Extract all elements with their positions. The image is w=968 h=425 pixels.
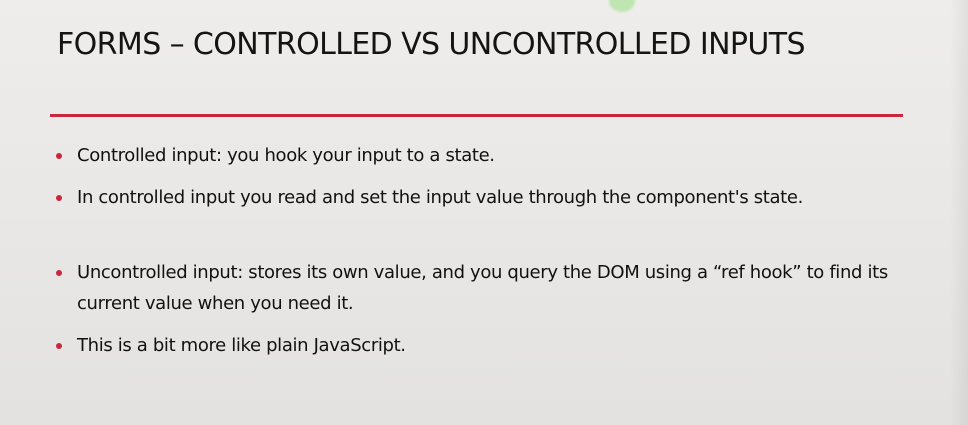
bullet-marker xyxy=(56,195,62,201)
bullet-text: Uncontrolled input: stores its own value… xyxy=(77,262,888,314)
bullet-text: In controlled input you read and set the… xyxy=(77,187,803,208)
bullet-marker xyxy=(56,343,62,349)
title-underline xyxy=(50,114,903,117)
slide: FORMS – CONTROLLED VS UNCONTROLLED INPUT… xyxy=(0,0,968,425)
bullet-marker xyxy=(56,153,62,159)
bullet-text: Controlled input: you hook your input to… xyxy=(77,145,495,166)
bullet-item: In controlled input you read and set the… xyxy=(56,182,936,213)
slide-title: FORMS – CONTROLLED VS UNCONTROLLED INPUT… xyxy=(57,27,806,62)
bullet-marker xyxy=(56,270,62,276)
pointer-highlight xyxy=(609,0,635,12)
slide-edge-shadow xyxy=(950,0,968,425)
bullet-item: Controlled input: you hook your input to… xyxy=(56,140,936,171)
bullet-list: Controlled input: you hook your input to… xyxy=(56,140,936,361)
bullet-item: This is a bit more like plain JavaScript… xyxy=(56,330,936,361)
bullet-item: Uncontrolled input: stores its own value… xyxy=(56,257,936,319)
bullet-text: This is a bit more like plain JavaScript… xyxy=(77,335,406,356)
